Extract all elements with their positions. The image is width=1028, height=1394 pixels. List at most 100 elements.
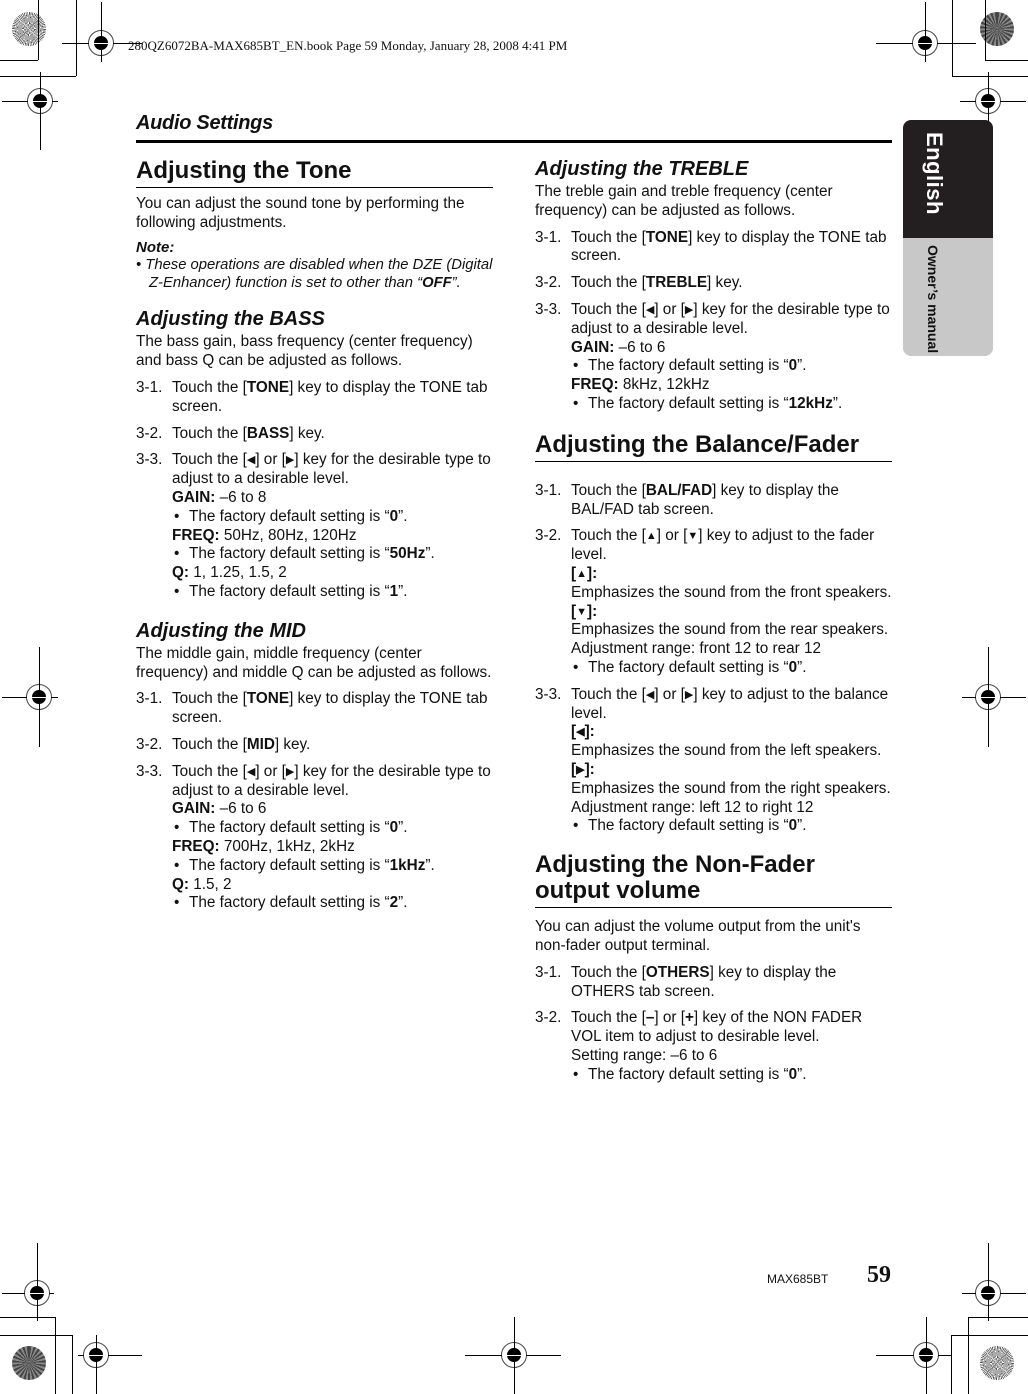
- section-intro: The middle gain, middle frequency (cente…: [136, 644, 492, 681]
- key-name: TONE: [645, 228, 689, 246]
- crop-mark: [0, 1335, 72, 1336]
- default-note: The factory default setting is “12kHz”.: [571, 395, 892, 414]
- section-title: Adjusting the BASS: [136, 308, 325, 331]
- fader-down-description: Emphasizes the sound from the rear speak…: [571, 621, 889, 639]
- section-tone: Adjusting the Tone You can adjust the so…: [136, 158, 493, 292]
- color-registration-wheel-icon: [12, 12, 46, 46]
- section-title: Adjusting the MID: [136, 619, 306, 642]
- param-gain: GAIN: –6 to 6: [172, 800, 267, 818]
- param-freq: FREQ: 50Hz, 80Hz, 120Hz: [172, 526, 357, 544]
- plus-key: +: [684, 1009, 694, 1027]
- step-item: 3-2. Touch the [–] or [+] key of the NON…: [535, 1009, 892, 1084]
- up-arrow-icon: ▲: [576, 567, 587, 580]
- default-note: The factory default setting is “1kHz”.: [172, 857, 493, 876]
- param-freq: FREQ: 700Hz, 1kHz, 2kHz: [172, 837, 355, 855]
- left-column: Adjusting the Tone You can adjust the so…: [136, 158, 493, 921]
- crop-mark: [0, 60, 38, 61]
- step-item: 3-1. Touch the [OTHERS] key to display t…: [535, 963, 837, 1000]
- section-intro: You can adjust the sound tone by perform…: [136, 195, 465, 231]
- adjustment-range: Adjustment range: left 12 to right 12: [571, 798, 814, 816]
- side-tab-language-block: [903, 120, 993, 238]
- note-title: Note:: [136, 238, 175, 256]
- default-note: The factory default setting is “0”.: [571, 817, 892, 836]
- section-bass: Adjusting the BASS The bass gain, bass f…: [136, 308, 493, 601]
- adjustment-range: Adjustment range: front 12 to rear 12: [571, 640, 821, 658]
- param-q: Q: 1.5, 2: [172, 875, 232, 893]
- setting-range: Setting range: –6 to 6: [571, 1046, 718, 1064]
- key-name: TONE: [246, 690, 290, 708]
- key-name: TREBLE: [645, 274, 708, 292]
- side-tab-manual-block: [903, 238, 993, 356]
- key-name: TONE: [246, 378, 290, 396]
- section-title: Adjusting the Tone: [136, 158, 493, 188]
- default-note: The factory default setting is “0”.: [571, 1066, 892, 1085]
- default-note: The factory default setting is “0”.: [172, 508, 493, 527]
- crop-mark: [952, 76, 1028, 77]
- book-metadata-line: 280QZ6072BA-MAX685BT_EN.book Page 59 Mon…: [128, 38, 568, 53]
- param-q: Q: 1, 1.25, 1.5, 2: [172, 564, 287, 582]
- step-item: 3-1. Touch the [TONE] key to display the…: [136, 690, 488, 727]
- fader-up-description: Emphasizes the sound from the front spea…: [571, 583, 892, 601]
- step-item: 3-1. Touch the [TONE] key to display the…: [136, 378, 488, 415]
- param-freq: FREQ: 8kHz, 12kHz: [571, 376, 710, 394]
- default-note: The factory default setting is “50Hz”.: [172, 545, 493, 564]
- key-name: MID: [246, 735, 275, 753]
- section-balance-fader: Adjusting the Balance/Fader 3-1. Touch t…: [535, 431, 892, 836]
- color-registration-wheel-icon: [980, 1346, 1014, 1380]
- section-intro: You can adjust the volume output from th…: [535, 918, 861, 954]
- page-number: 59: [867, 1262, 891, 1288]
- section-treble: Adjusting the TREBLE The treble gain and…: [535, 158, 892, 414]
- right-arrow-icon: ▶: [576, 763, 585, 776]
- section-title: Adjusting the TREBLE: [535, 158, 749, 180]
- key-name: OTHERS: [645, 963, 710, 981]
- crop-mark: [76, 0, 77, 76]
- crop-mark: [968, 1317, 969, 1394]
- crop-mark: [96, 1335, 97, 1394]
- side-tab-language: English: [922, 132, 947, 215]
- balance-right-description: Emphasizes the sound from the right spea…: [571, 779, 891, 797]
- balance-left-description: Emphasizes the sound from the left speak…: [571, 742, 882, 760]
- color-registration-wheel-icon: [12, 1346, 46, 1380]
- side-tab-manual: Owner’s manual: [925, 245, 941, 354]
- section-non-fader: Adjusting the Non-Fader output volume Yo…: [535, 852, 892, 1084]
- section-title: Adjusting the Balance/Fader: [535, 431, 892, 462]
- model-name: MAX685BT: [767, 1272, 829, 1286]
- down-arrow-icon: ▼: [576, 605, 587, 618]
- section-intro: The bass gain, bass frequency (center fr…: [136, 333, 473, 370]
- default-note: The factory default setting is “0”.: [571, 659, 892, 678]
- down-arrow-icon: ▼: [687, 530, 699, 543]
- crop-mark: [40, 72, 41, 150]
- note-item: • These operations are disabled when the…: [136, 257, 493, 291]
- default-note: The factory default setting is “2”.: [172, 894, 493, 913]
- crop-mark: [925, 2, 926, 62]
- default-note: The factory default setting is “0”.: [571, 357, 892, 376]
- step-item: 3-2. Touch the [▲] or [▼] key to adjust …: [535, 527, 892, 677]
- section-intro: The treble gain and treble frequency (ce…: [535, 183, 833, 219]
- step-item: 3-3. Touch the [◀] or [▶] key for the de…: [136, 763, 493, 913]
- step-item: 3-2. Touch the [MID] key.: [136, 735, 311, 753]
- crop-mark: [38, 0, 39, 60]
- crop-mark: [37, 1243, 38, 1321]
- right-column: Adjusting the TREBLE The treble gain and…: [535, 158, 892, 1092]
- default-note: The factory default setting is “0”.: [172, 819, 493, 838]
- step-item: 3-2. Touch the [BASS] key.: [136, 424, 325, 442]
- param-gain: GAIN: –6 to 8: [172, 488, 267, 506]
- left-arrow-icon: ◀: [576, 726, 585, 739]
- up-arrow-icon: ▲: [645, 530, 657, 543]
- crop-mark: [951, 1335, 952, 1394]
- crop-mark: [0, 1317, 55, 1318]
- step-item: 3-3. Touch the [◀] or [▶] key for the de…: [535, 301, 892, 414]
- crop-mark: [72, 1335, 73, 1394]
- key-name: BASS: [246, 424, 290, 442]
- crop-mark: [55, 1317, 56, 1394]
- step-item: 3-1. Touch the [BAL/FAD] key to display …: [535, 481, 839, 518]
- crop-mark: [968, 1317, 1028, 1318]
- step-item: 3-1. Touch the [TONE] key to display the…: [535, 228, 887, 265]
- crop-mark: [951, 1335, 1028, 1336]
- param-gain: GAIN: –6 to 6: [571, 338, 666, 356]
- crop-mark: [101, 2, 102, 62]
- crop-mark: [988, 1243, 989, 1321]
- crop-mark: [0, 76, 76, 77]
- crop-mark: [985, 60, 1028, 61]
- step-item: 3-3. Touch the [◀] or [▶] key for the de…: [136, 451, 493, 601]
